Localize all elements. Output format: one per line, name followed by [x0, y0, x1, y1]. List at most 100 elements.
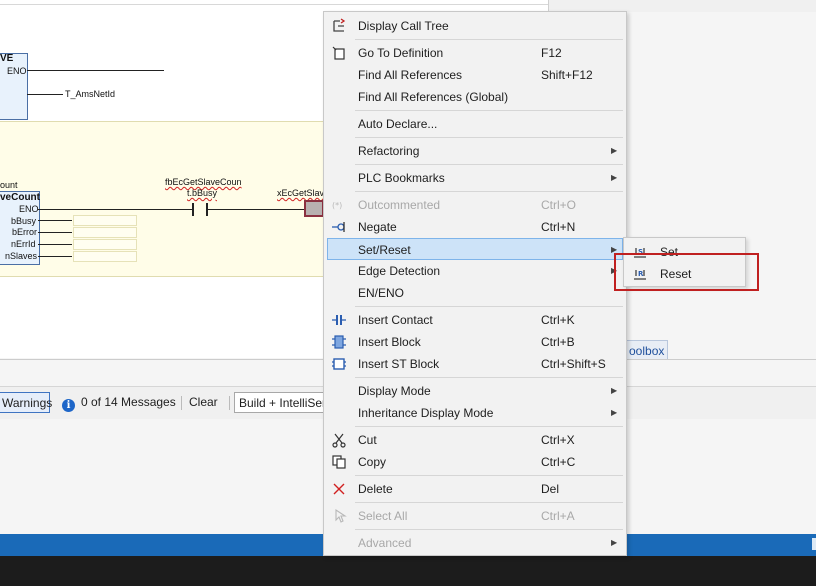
pin-wire-nslaves: [38, 256, 72, 257]
menu-separator: [355, 110, 623, 111]
output-wire: [27, 94, 63, 95]
selected-rung[interactable]: [0, 121, 325, 277]
comment-icon: (*): [331, 197, 347, 213]
menu-item-label: Find All References: [358, 68, 463, 82]
menu-item-shortcut: Ctrl+A: [541, 509, 575, 523]
output-variable[interactable]: T_AmsNetId: [65, 89, 115, 100]
menu-item-edge-detection[interactable]: Edge Detection ▶: [327, 260, 623, 282]
menu-item-label: Refactoring: [358, 144, 420, 158]
submenu-arrow-icon: ▶: [611, 408, 618, 417]
menu-item-select-all: Select All Ctrl+A: [327, 505, 623, 527]
menu-item-cut[interactable]: Cut Ctrl+X: [327, 429, 623, 451]
menu-item-insert-block[interactable]: Insert Block Ctrl+B: [327, 331, 623, 353]
menu-item-label: Select All: [358, 509, 408, 523]
menu-item-label: Auto Declare...: [358, 117, 438, 131]
menu-item-display-mode[interactable]: Display Mode ▶: [327, 380, 623, 402]
output-slot-nerrid[interactable]: [73, 239, 137, 250]
menu-item-auto-declare[interactable]: Auto Declare...: [327, 113, 623, 135]
negate-icon: [331, 219, 347, 235]
pin-wire-bbusy: [38, 220, 72, 221]
function-block-2-title: veCount: [0, 192, 40, 203]
toolbar-separator: [181, 396, 182, 410]
menu-item-label: Display Mode: [358, 384, 431, 398]
menu-item-set-reset[interactable]: Set/Reset ▶: [327, 238, 623, 260]
menu-separator: [355, 475, 623, 476]
menu-item-label: Set/Reset: [358, 243, 411, 257]
build-filter-select[interactable]: Build + IntelliSense: [234, 392, 330, 413]
function-block-1-eno-pin: ENO: [7, 66, 27, 76]
menu-item-shortcut: Shift+F12: [541, 68, 593, 82]
menu-item-label: Negate: [358, 220, 397, 234]
menu-item-advanced: Advanced ▶: [327, 532, 623, 554]
messages-filter-label: 0 of 14 Messages: [81, 395, 176, 409]
taskbar: [0, 556, 816, 586]
call-tree-icon: [331, 18, 347, 34]
menu-item-label: Delete: [358, 482, 393, 496]
function-block-1-title: VE: [0, 53, 14, 64]
pin-nerrid: nErrId: [11, 239, 36, 249]
submenu-arrow-icon: ▶: [611, 386, 618, 395]
menu-item-shortcut: Del: [541, 482, 560, 496]
info-icon: i: [62, 399, 75, 412]
menu-item-insert-st-block[interactable]: Insert ST Block Ctrl+Shift+S: [327, 353, 623, 375]
menu-item-label: Outcommented: [358, 198, 441, 212]
submenu-arrow-icon: ▶: [611, 146, 618, 155]
menu-item-label: Insert Contact: [358, 313, 433, 327]
menu-separator: [355, 164, 623, 165]
status-bar-indicator: [812, 538, 816, 550]
warnings-filter-button[interactable]: Warnings: [0, 392, 52, 413]
contact-left-bar[interactable]: [192, 203, 196, 216]
menu-item-label: Insert Block: [358, 335, 421, 349]
coil-variable-label[interactable]: xEcGetSlave: [277, 188, 329, 199]
pin-wire-nerrid: [38, 244, 72, 245]
menu-item-shortcut: Ctrl+C: [541, 455, 576, 469]
menu-item-go-to-definition[interactable]: Go To Definition F12: [327, 42, 623, 64]
menu-item-copy[interactable]: Copy Ctrl+C: [327, 451, 623, 473]
messages-filter-button[interactable]: i 0 of 14 Messages: [60, 392, 178, 413]
output-slot-berror[interactable]: [73, 227, 137, 238]
menu-item-label: Find All References (Global): [358, 90, 509, 104]
menu-separator: [355, 426, 623, 427]
menu-separator: [355, 529, 623, 530]
contact-instance-label[interactable]: fbEcGetSlaveCoun: [165, 177, 242, 188]
menu-item-label: Display Call Tree: [358, 19, 449, 33]
menu-item-plc-bookmarks[interactable]: PLC Bookmarks ▶: [327, 167, 623, 189]
clear-button[interactable]: Clear: [189, 392, 225, 413]
pin-berror: bError: [12, 227, 38, 237]
copy-icon: [331, 454, 347, 470]
submenu-arrow-icon: ▶: [611, 173, 618, 182]
contact-right-bar[interactable]: [206, 203, 210, 216]
menu-item-refactoring[interactable]: Refactoring ▶: [327, 140, 623, 162]
menu-item-label: EN/ENO: [358, 286, 405, 300]
rung-wire-left: [38, 209, 192, 210]
insert-contact-icon: [331, 312, 347, 328]
menu-item-label: Insert ST Block: [358, 357, 440, 371]
menu-item-find-all-references[interactable]: Find All References Shift+F12: [327, 64, 623, 86]
output-slot-nslaves[interactable]: [73, 251, 137, 262]
menu-item-label: Advanced: [358, 536, 412, 550]
menu-item-insert-contact[interactable]: Insert Contact Ctrl+K: [327, 309, 623, 331]
menu-item-outcommented: (*) Outcommented Ctrl+O: [327, 194, 623, 216]
menu-item-find-all-references-global[interactable]: Find All References (Global): [327, 86, 623, 108]
menu-item-shortcut: Ctrl+O: [541, 198, 577, 212]
menu-item-shortcut: Ctrl+K: [541, 313, 575, 327]
menu-item-en-eno[interactable]: EN/ENO: [327, 282, 623, 304]
menu-item-label: Edge Detection: [358, 264, 441, 278]
pin-nslaves: nSlaves: [5, 251, 38, 261]
menu-item-shortcut: Ctrl+B: [541, 335, 575, 349]
menu-item-shortcut: Ctrl+Shift+S: [541, 357, 606, 371]
toolbox-tab[interactable]: oolbox: [624, 340, 668, 360]
contact-variable-label[interactable]: t.bBusy: [187, 188, 217, 199]
toolbar-separator: [229, 396, 230, 410]
cut-icon: [331, 432, 347, 448]
function-block-2-header: ount: [0, 180, 18, 190]
submenu-arrow-icon: ▶: [611, 538, 618, 547]
output-slot-bbusy[interactable]: [73, 215, 137, 226]
menu-item-inheritance-display-mode[interactable]: Inheritance Display Mode ▶: [327, 402, 623, 424]
menu-item-display-call-tree[interactable]: Display Call Tree: [327, 15, 623, 37]
menu-item-negate[interactable]: Negate Ctrl+N: [327, 216, 623, 238]
menu-item-label: PLC Bookmarks: [358, 171, 445, 185]
selected-coil[interactable]: [304, 200, 324, 217]
delete-icon: [331, 481, 347, 497]
menu-item-delete[interactable]: Delete Del: [327, 478, 623, 500]
